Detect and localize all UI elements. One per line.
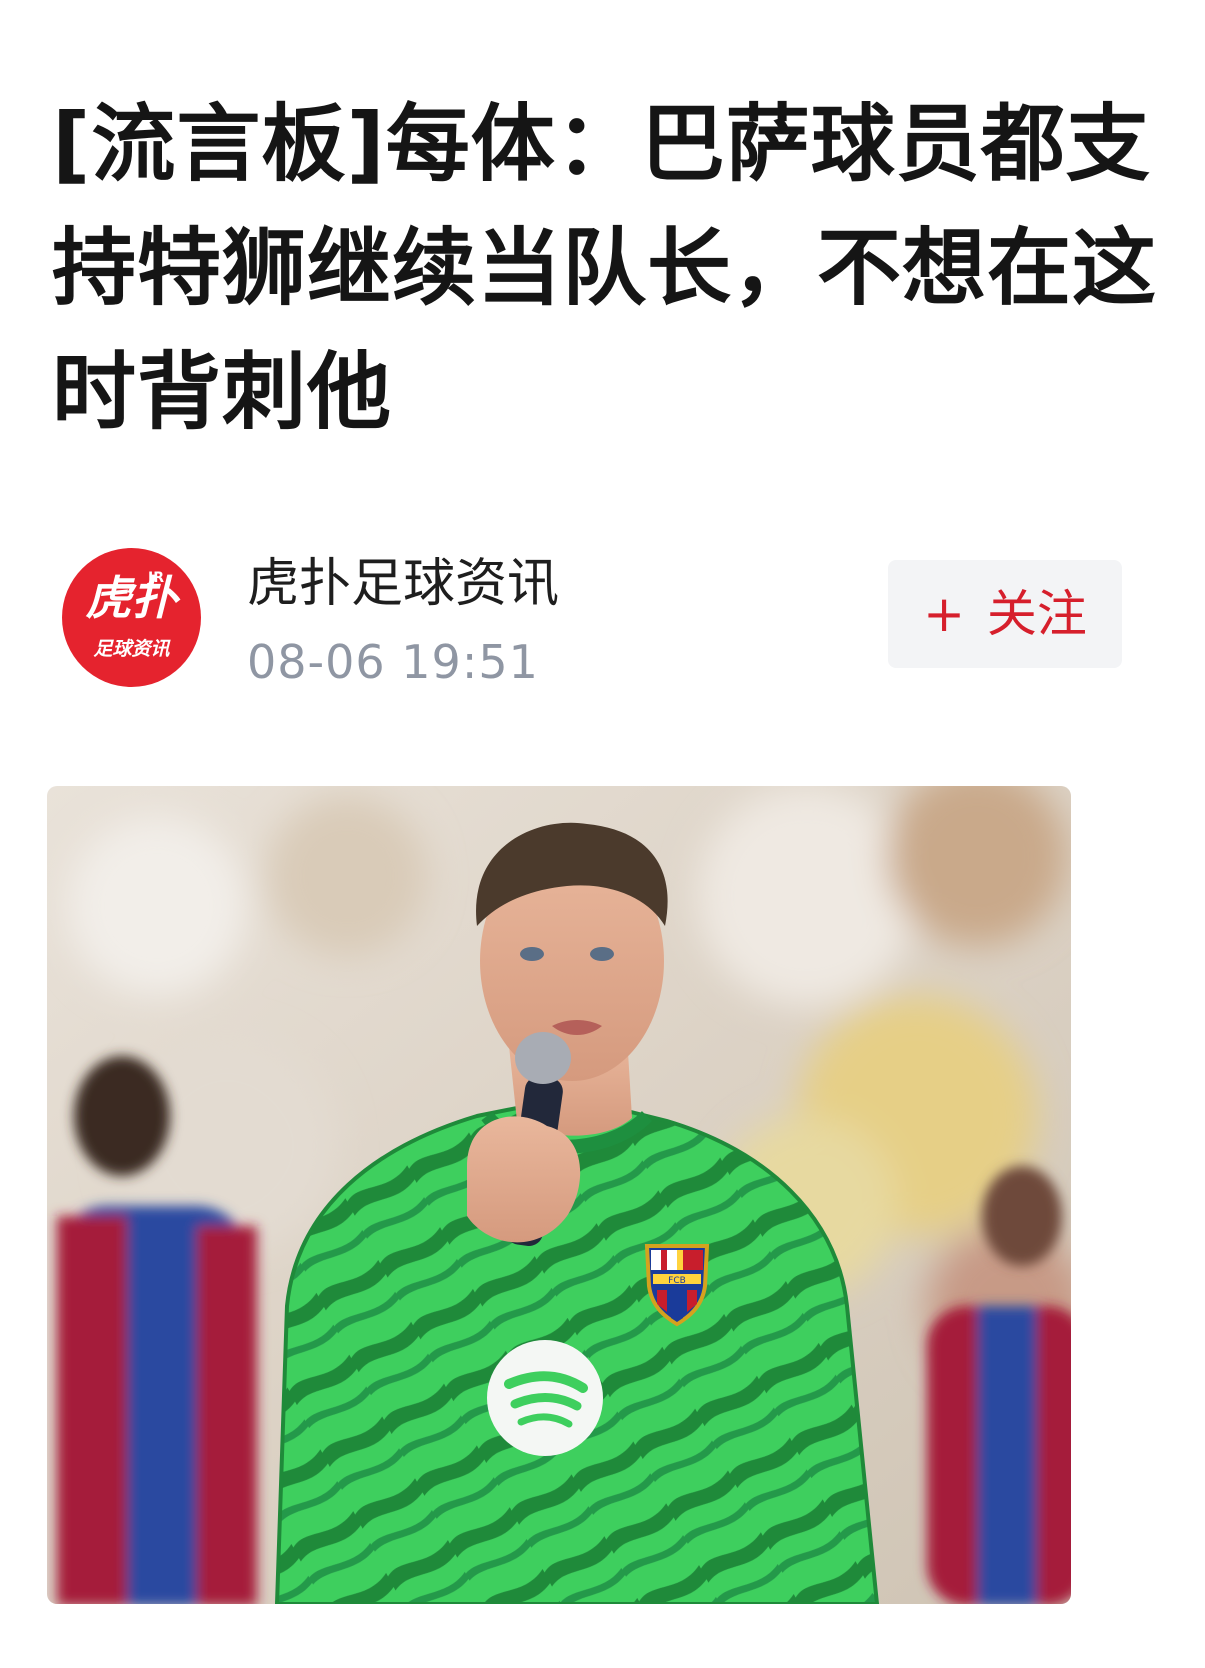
plus-icon: + bbox=[923, 585, 965, 643]
crest-text: FCB bbox=[668, 1276, 686, 1286]
avatar-sub-text: 足球资讯 bbox=[93, 638, 170, 660]
author-row: JR 虎扑 足球资讯 虎扑足球资讯 08-06 19:51 + 关注 bbox=[52, 548, 1153, 698]
follow-button[interactable]: + 关注 bbox=[888, 560, 1122, 668]
follow-label: 关注 bbox=[986, 585, 1087, 643]
article-photo[interactable]: FCB bbox=[47, 786, 1071, 1604]
photo-illustration: FCB bbox=[47, 786, 1071, 1604]
article-title: [流言板]每体：巴萨球员都支持特狮继续当队长，不想在这时背刺他 bbox=[52, 95, 1158, 441]
post-time: 08-06 19:51 bbox=[247, 635, 539, 689]
author-avatar[interactable]: JR 虎扑 足球资讯 bbox=[62, 548, 201, 687]
avatar-logo-text: 虎扑 bbox=[85, 571, 178, 625]
author-name[interactable]: 虎扑足球资讯 bbox=[247, 554, 559, 614]
